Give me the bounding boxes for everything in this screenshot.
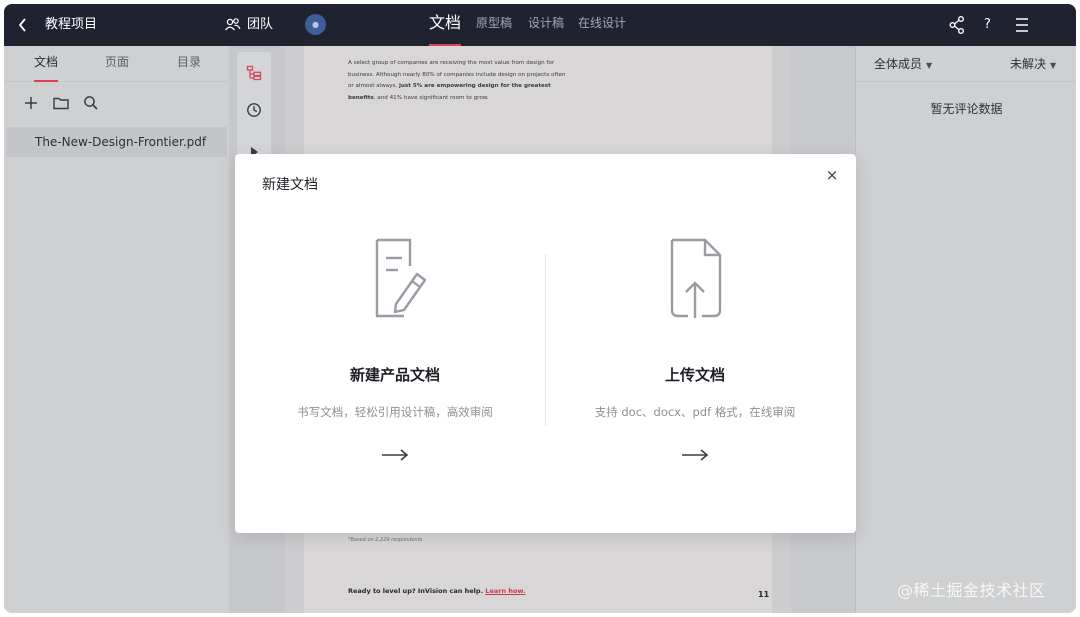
tab-pages[interactable]: 页面 (105, 46, 129, 82)
back-icon[interactable] (14, 4, 32, 46)
history-icon[interactable] (246, 102, 262, 118)
upload-doc-option[interactable]: 上传文档 支持 doc、docx、pdf 格式，在线审阅 (545, 214, 845, 474)
cta-link[interactable]: Learn how. (485, 587, 525, 595)
status-filter-label: 未解决 (1010, 57, 1047, 71)
file-list-item[interactable]: The-New-Design-Frontier.pdf (6, 127, 227, 157)
help-icon[interactable]: ? (984, 4, 998, 46)
top-bar: 教程项目 团队 ● 文档 原型稿 设计稿 在线设计 ? (4, 4, 1076, 46)
document-upload-icon (660, 236, 730, 320)
file-name: The-New-Design-Frontier.pdf (35, 135, 207, 149)
member-filter-dropdown[interactable]: 全体成员 ▼ (874, 46, 932, 84)
outline-icon[interactable] (246, 65, 262, 81)
tab-prototypes[interactable]: 原型稿 (476, 4, 512, 46)
paragraph-text-end: , and 41% have significant room to grow. (373, 94, 489, 101)
cta-text: Ready to level up? InVision can help. (348, 587, 486, 595)
chevron-down-icon: ▼ (926, 61, 933, 70)
arrow-right-icon (681, 446, 709, 461)
document-paragraph: A select group of companies are receivin… (348, 58, 568, 104)
left-panel: 文档 页面 目录 The-New-Design-Frontier.pdf (4, 46, 229, 613)
upload-doc-desc: 支持 doc、docx、pdf 格式，在线审阅 (594, 405, 796, 419)
arrow-right-icon (381, 446, 409, 461)
tab-doc-list-label: 文档 (34, 55, 59, 69)
member-filter-label: 全体成员 (874, 57, 923, 71)
plus-icon[interactable] (22, 94, 40, 112)
watermark: @稀土掘金技术社区 (897, 581, 1046, 600)
tab-designs[interactable]: 设计稿 (528, 4, 564, 46)
folder-icon[interactable] (52, 94, 70, 112)
tab-doc-list[interactable]: 文档 (34, 46, 59, 82)
document-edit-icon (360, 236, 430, 320)
team-icon[interactable] (224, 4, 242, 46)
create-product-doc-title: 新建产品文档 (349, 366, 440, 384)
project-name[interactable]: 教程项目 (45, 4, 97, 46)
search-icon[interactable] (82, 94, 100, 112)
tab-outline[interactable]: 目录 (177, 46, 201, 82)
comments-empty-state: 暂无评论数据 (930, 102, 1003, 116)
tab-documents-label: 文档 (429, 13, 462, 32)
document-cta: Ready to level up? InVision can help. Le… (348, 587, 525, 595)
page-number: 11 (758, 590, 770, 599)
left-panel-toolbar (4, 82, 229, 124)
chevron-down-icon: ▼ (1050, 61, 1057, 70)
tab-online-design[interactable]: 在线设计 (578, 4, 626, 46)
new-document-dialog: 新建文档 × 新建产品文档 书写文档，轻松引用设计稿，高效审阅 上传文档 支持 … (235, 154, 856, 533)
tab-documents[interactable]: 文档 (429, 4, 462, 46)
left-panel-tabs: 文档 页面 目录 (4, 46, 229, 82)
document-footnote: *Based on 2,229 respondents (348, 537, 423, 543)
dialog-title: 新建文档 (262, 177, 318, 193)
create-product-doc-desc: 书写文档，轻松引用设计稿，高效审阅 (297, 405, 493, 419)
comments-panel-header: 全体成员 ▼ 未解决 ▼ (856, 46, 1076, 82)
app-window: 教程项目 团队 ● 文档 原型稿 设计稿 在线设计 ? 文档 页面 目录 The… (4, 4, 1076, 613)
close-icon[interactable]: × (823, 166, 841, 184)
menu-icon[interactable] (1014, 4, 1030, 46)
team-link[interactable]: 团队 (247, 4, 273, 46)
comments-panel: 全体成员 ▼ 未解决 ▼ 暂无评论数据 (855, 46, 1076, 613)
avatar[interactable]: ● (305, 14, 326, 35)
create-product-doc-option[interactable]: 新建产品文档 书写文档，轻松引用设计稿，高效审阅 (245, 214, 545, 474)
share-icon[interactable] (948, 4, 966, 46)
upload-doc-title: 上传文档 (664, 366, 725, 384)
status-filter-dropdown[interactable]: 未解决 ▼ (1010, 46, 1056, 84)
